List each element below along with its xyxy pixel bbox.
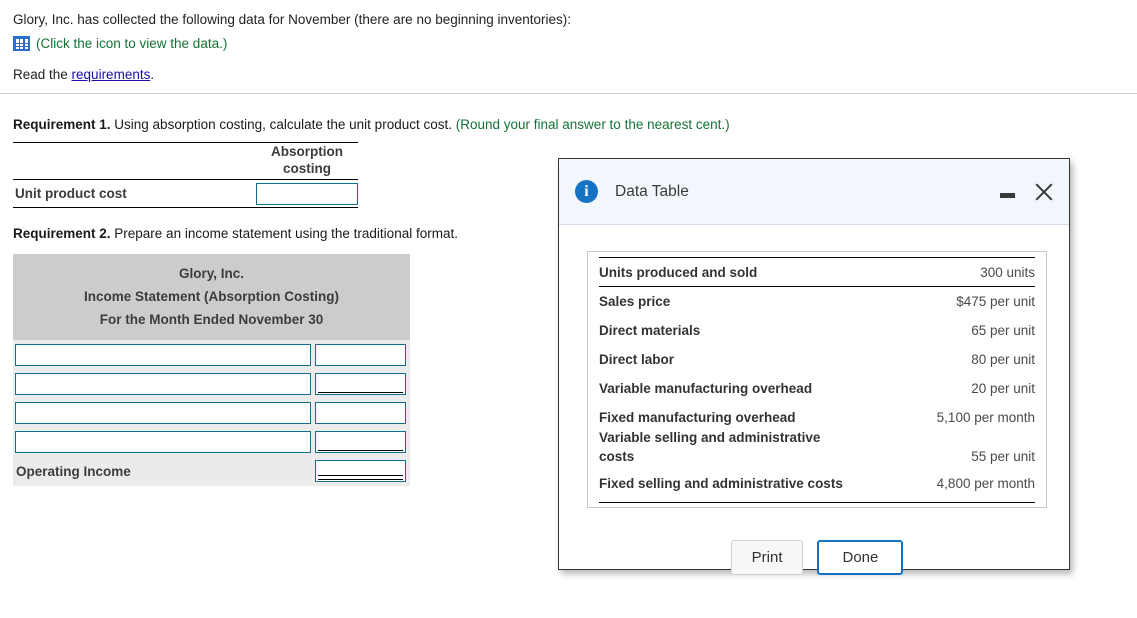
data-row-value: 300 units (980, 265, 1035, 280)
operating-income-amount-wrap (315, 460, 406, 482)
income-statement-company: Glory, Inc. (178, 266, 244, 281)
unit-product-cost-input[interactable] (256, 182, 358, 205)
table-row (13, 340, 410, 369)
operating-income-input[interactable] (315, 460, 406, 482)
requirement-2-text: Prepare an income statement using the tr… (110, 226, 458, 241)
income-statement-table: Glory, Inc. Income Statement (Absorption… (13, 254, 410, 486)
data-row-value: 20 per unit (971, 381, 1035, 396)
income-statement-amount-wrap-1 (315, 343, 406, 366)
table-row: Sales price $475 per unit (599, 287, 1035, 316)
unit-product-cost-label: Unit product cost (15, 186, 127, 201)
unit-product-cost-table: Absorption costing Unit product cost (13, 142, 358, 208)
unit-product-cost-row: Unit product cost (13, 180, 358, 208)
data-row-value: 4,800 per month (936, 476, 1035, 491)
read-prefix: Read the (13, 67, 72, 82)
requirements-link[interactable]: requirements (72, 67, 151, 82)
table-row: Variable selling and administrative cost… (599, 428, 1035, 469)
data-table-dialog: i Data Table Units produced and sold 300… (558, 158, 1070, 575)
income-statement-label-input-3[interactable] (15, 401, 311, 424)
data-row-value: 65 per unit (971, 323, 1035, 338)
dialog-title: Data Table (615, 182, 689, 200)
data-table-bottom-rule (599, 502, 1035, 503)
income-statement-amount-cell (315, 372, 406, 395)
income-statement-label-input-1[interactable] (15, 343, 311, 366)
income-statement-label-input-2[interactable] (15, 372, 311, 395)
table-row: Direct labor 80 per unit (599, 345, 1035, 374)
income-statement-amount-wrap-4 (315, 430, 406, 453)
table-row (13, 369, 410, 398)
table-row: Fixed manufacturing overhead 5,100 per m… (599, 403, 1035, 428)
intro-text: Glory, Inc. has collected the following … (13, 12, 572, 27)
data-row-label: Fixed selling and administrative costs (599, 476, 843, 491)
data-row-label: Fixed manufacturing overhead (599, 410, 796, 425)
income-statement-amount-input-3[interactable] (315, 401, 406, 424)
table-row: Units produced and sold 300 units (599, 258, 1035, 287)
data-row-label: Units produced and sold (599, 265, 758, 280)
income-statement-amount-input-2[interactable] (315, 372, 406, 395)
minimize-icon[interactable] (1000, 193, 1015, 198)
income-statement-amount-cell (315, 430, 406, 453)
income-statement-label-cell (15, 343, 315, 366)
requirement-1-prompt: Requirement 1. Using absorption costing,… (13, 117, 730, 132)
income-statement-amount-input-1[interactable] (315, 343, 406, 366)
data-row-label: Sales price (599, 294, 671, 309)
section-divider (0, 93, 1137, 94)
data-row-value: $475 per unit (956, 294, 1035, 309)
data-icon-row: (Click the icon to view the data.) (13, 34, 1137, 53)
data-row-label: Variable manufacturing overhead (599, 381, 813, 396)
requirement-2-label: Requirement 2. (13, 226, 111, 241)
income-statement-amount-cell (315, 343, 406, 366)
data-grid-icon[interactable] (13, 36, 30, 51)
intro-block: Glory, Inc. has collected the following … (0, 0, 1137, 84)
absorption-costing-header-line2: costing (282, 161, 331, 176)
income-statement-label-cell (15, 401, 315, 424)
read-suffix: . (150, 67, 155, 82)
data-row-value: 55 per unit (971, 449, 1035, 464)
data-row-label: Direct materials (599, 323, 701, 338)
print-button[interactable]: Print (730, 540, 804, 575)
unit-product-cost-header-blank (13, 143, 256, 179)
unit-product-cost-input-cell (256, 182, 358, 205)
data-row-value: 5,100 per month (936, 410, 1035, 425)
dialog-body: Units produced and sold 300 units Sales … (559, 225, 1069, 575)
table-row (13, 427, 410, 456)
dialog-actions: Print Done (587, 540, 1047, 575)
table-row: Fixed selling and administrative costs 4… (599, 469, 1035, 498)
data-row-label: Variable selling and administrative cost… (599, 430, 821, 464)
data-table-box: Units produced and sold 300 units Sales … (587, 251, 1047, 508)
income-statement-label-cell (15, 430, 315, 453)
requirement-1-text: Using absorption costing, calculate the … (110, 117, 456, 132)
operating-income-label: Operating Income (16, 463, 131, 479)
table-row: Variable manufacturing overhead 20 per u… (599, 374, 1035, 403)
requirement-1-label: Requirement 1. (13, 117, 111, 132)
operating-income-amount-cell (315, 460, 406, 482)
income-statement-amount-wrap-3 (315, 401, 406, 424)
done-button[interactable]: Done (817, 540, 904, 575)
read-requirements-line: Read the requirements. (13, 65, 1137, 84)
income-statement-amount-cell (315, 401, 406, 424)
requirement-2-prompt: Requirement 2. Prepare an income stateme… (13, 226, 458, 241)
income-statement-amount-wrap-2 (315, 372, 406, 395)
dialog-title-bar: i Data Table (559, 159, 1069, 225)
income-statement-amount-input-4[interactable] (315, 430, 406, 453)
page-root: Glory, Inc. has collected the following … (0, 0, 1137, 618)
operating-income-row: Operating Income (13, 456, 410, 486)
absorption-costing-header-line1: Absorption (271, 144, 343, 159)
requirement-1-hint: (Round your final answer to the nearest … (455, 117, 730, 132)
unit-product-cost-header-row: Absorption costing (13, 143, 358, 180)
income-statement-label-input-4[interactable] (15, 430, 311, 453)
income-statement-period: For the Month Ended November 30 (99, 312, 324, 327)
dialog-window-controls (1000, 181, 1055, 203)
income-statement-label-cell (15, 372, 315, 395)
data-icon-hint[interactable]: (Click the icon to view the data.) (36, 34, 227, 53)
close-icon[interactable] (1033, 181, 1055, 203)
data-row-label: Direct labor (599, 352, 675, 367)
table-row: Direct materials 65 per unit (599, 316, 1035, 345)
absorption-costing-header: Absorption costing (256, 143, 358, 179)
data-row-value: 80 per unit (971, 352, 1035, 367)
income-statement-header: Glory, Inc. Income Statement (Absorption… (13, 254, 410, 340)
table-row (13, 398, 410, 427)
income-statement-title: Income Statement (Absorption Costing) (83, 289, 339, 304)
info-icon: i (575, 180, 598, 203)
